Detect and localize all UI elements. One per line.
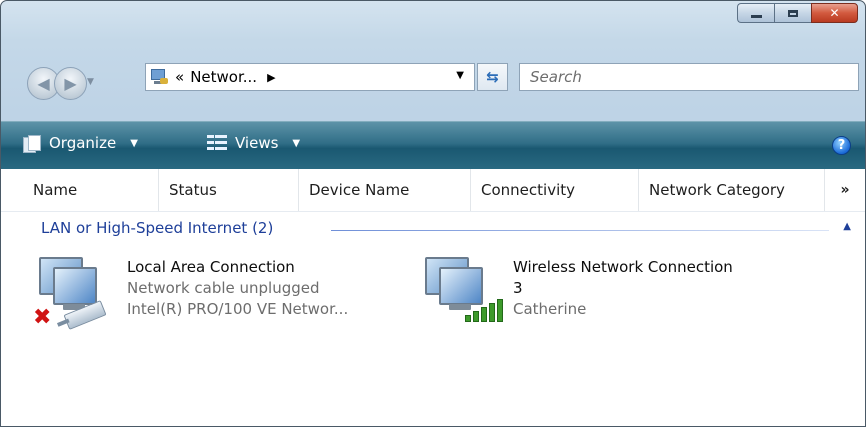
organize-icon bbox=[23, 135, 41, 153]
more-columns-button[interactable]: » bbox=[825, 169, 865, 211]
address-prefix[interactable]: « bbox=[175, 68, 184, 86]
item-status: Network cable unplugged bbox=[127, 279, 320, 297]
views-icon bbox=[207, 135, 227, 151]
help-icon: ? bbox=[837, 138, 846, 153]
column-device-name[interactable]: Device Name bbox=[299, 169, 471, 211]
chevron-down-icon: ▼ bbox=[292, 137, 301, 149]
back-icon: ◀ bbox=[37, 74, 50, 93]
list-item-local-area-connection[interactable]: ✖ Local Area Connection Network cable un… bbox=[31, 253, 411, 341]
organize-button[interactable]: Organize ▼ bbox=[23, 134, 138, 153]
navigation-bar: ◀ ▶ ▼ « Networ... ▶ ▼ ⇆ Search bbox=[27, 63, 865, 111]
forward-icon: ▶ bbox=[64, 74, 77, 93]
minimize-icon bbox=[750, 14, 762, 18]
help-button[interactable]: ? bbox=[832, 136, 851, 155]
search-placeholder: Search bbox=[530, 68, 582, 86]
network-disconnected-icon: ✖ bbox=[31, 253, 107, 333]
file-list: Name Status Device Name Connectivity Net… bbox=[1, 169, 865, 426]
column-name[interactable]: Name bbox=[23, 169, 159, 211]
maximize-icon bbox=[788, 9, 798, 17]
column-connectivity[interactable]: Connectivity bbox=[471, 169, 639, 211]
explorer-window: ✕ ◀ ▶ ▼ « Networ... ▶ ▼ ⇆ Search Organiz… bbox=[0, 0, 866, 427]
column-network-category[interactable]: Network Category bbox=[639, 169, 825, 211]
item-device: Intel(R) PRO/100 VE Networ... bbox=[127, 300, 349, 318]
address-dropdown-icon[interactable]: ▼ bbox=[456, 70, 464, 81]
caption-buttons: ✕ bbox=[737, 3, 858, 23]
address-breadcrumb[interactable]: Networ... bbox=[190, 68, 257, 86]
column-header-row: Name Status Device Name Connectivity Net… bbox=[1, 169, 865, 212]
list-item-wireless-network-connection-3[interactable]: Wireless Network Connection 3 Catherine bbox=[417, 253, 837, 341]
chevron-down-icon: ▼ bbox=[130, 137, 138, 149]
wireless-signal-icon bbox=[417, 253, 503, 333]
address-bar[interactable]: « Networ... ▶ ▼ bbox=[145, 63, 475, 91]
item-network-name: Catherine bbox=[513, 300, 587, 318]
search-input[interactable]: Search bbox=[519, 63, 859, 91]
refresh-button[interactable]: ⇆ bbox=[477, 63, 508, 91]
close-button[interactable]: ✕ bbox=[811, 3, 858, 23]
column-status[interactable]: Status bbox=[159, 169, 299, 211]
views-label: Views bbox=[235, 134, 279, 152]
network-folder-icon bbox=[149, 68, 169, 86]
organize-label: Organize bbox=[49, 134, 117, 152]
maximize-button[interactable] bbox=[774, 3, 811, 23]
group-header[interactable]: LAN or High-Speed Internet (2) ▲ bbox=[1, 219, 865, 241]
views-button[interactable]: Views ▼ bbox=[207, 134, 300, 152]
forward-button[interactable]: ▶ bbox=[54, 67, 87, 100]
minimize-button[interactable] bbox=[737, 3, 774, 23]
breadcrumb-arrow-icon[interactable]: ▶ bbox=[267, 71, 275, 84]
item-title-line2: 3 bbox=[513, 279, 523, 297]
close-icon: ✕ bbox=[829, 6, 840, 20]
collapse-group-icon[interactable]: ▲ bbox=[843, 221, 851, 232]
item-title: Local Area Connection bbox=[127, 258, 295, 276]
group-divider bbox=[331, 230, 829, 231]
refresh-icon: ⇆ bbox=[486, 68, 499, 86]
command-bar: Organize ▼ Views ▼ ? bbox=[1, 121, 865, 170]
recent-pages-dropdown[interactable]: ▼ bbox=[87, 77, 94, 87]
group-label: LAN or High-Speed Internet (2) bbox=[41, 219, 282, 237]
item-title: Wireless Network Connection bbox=[513, 258, 733, 276]
